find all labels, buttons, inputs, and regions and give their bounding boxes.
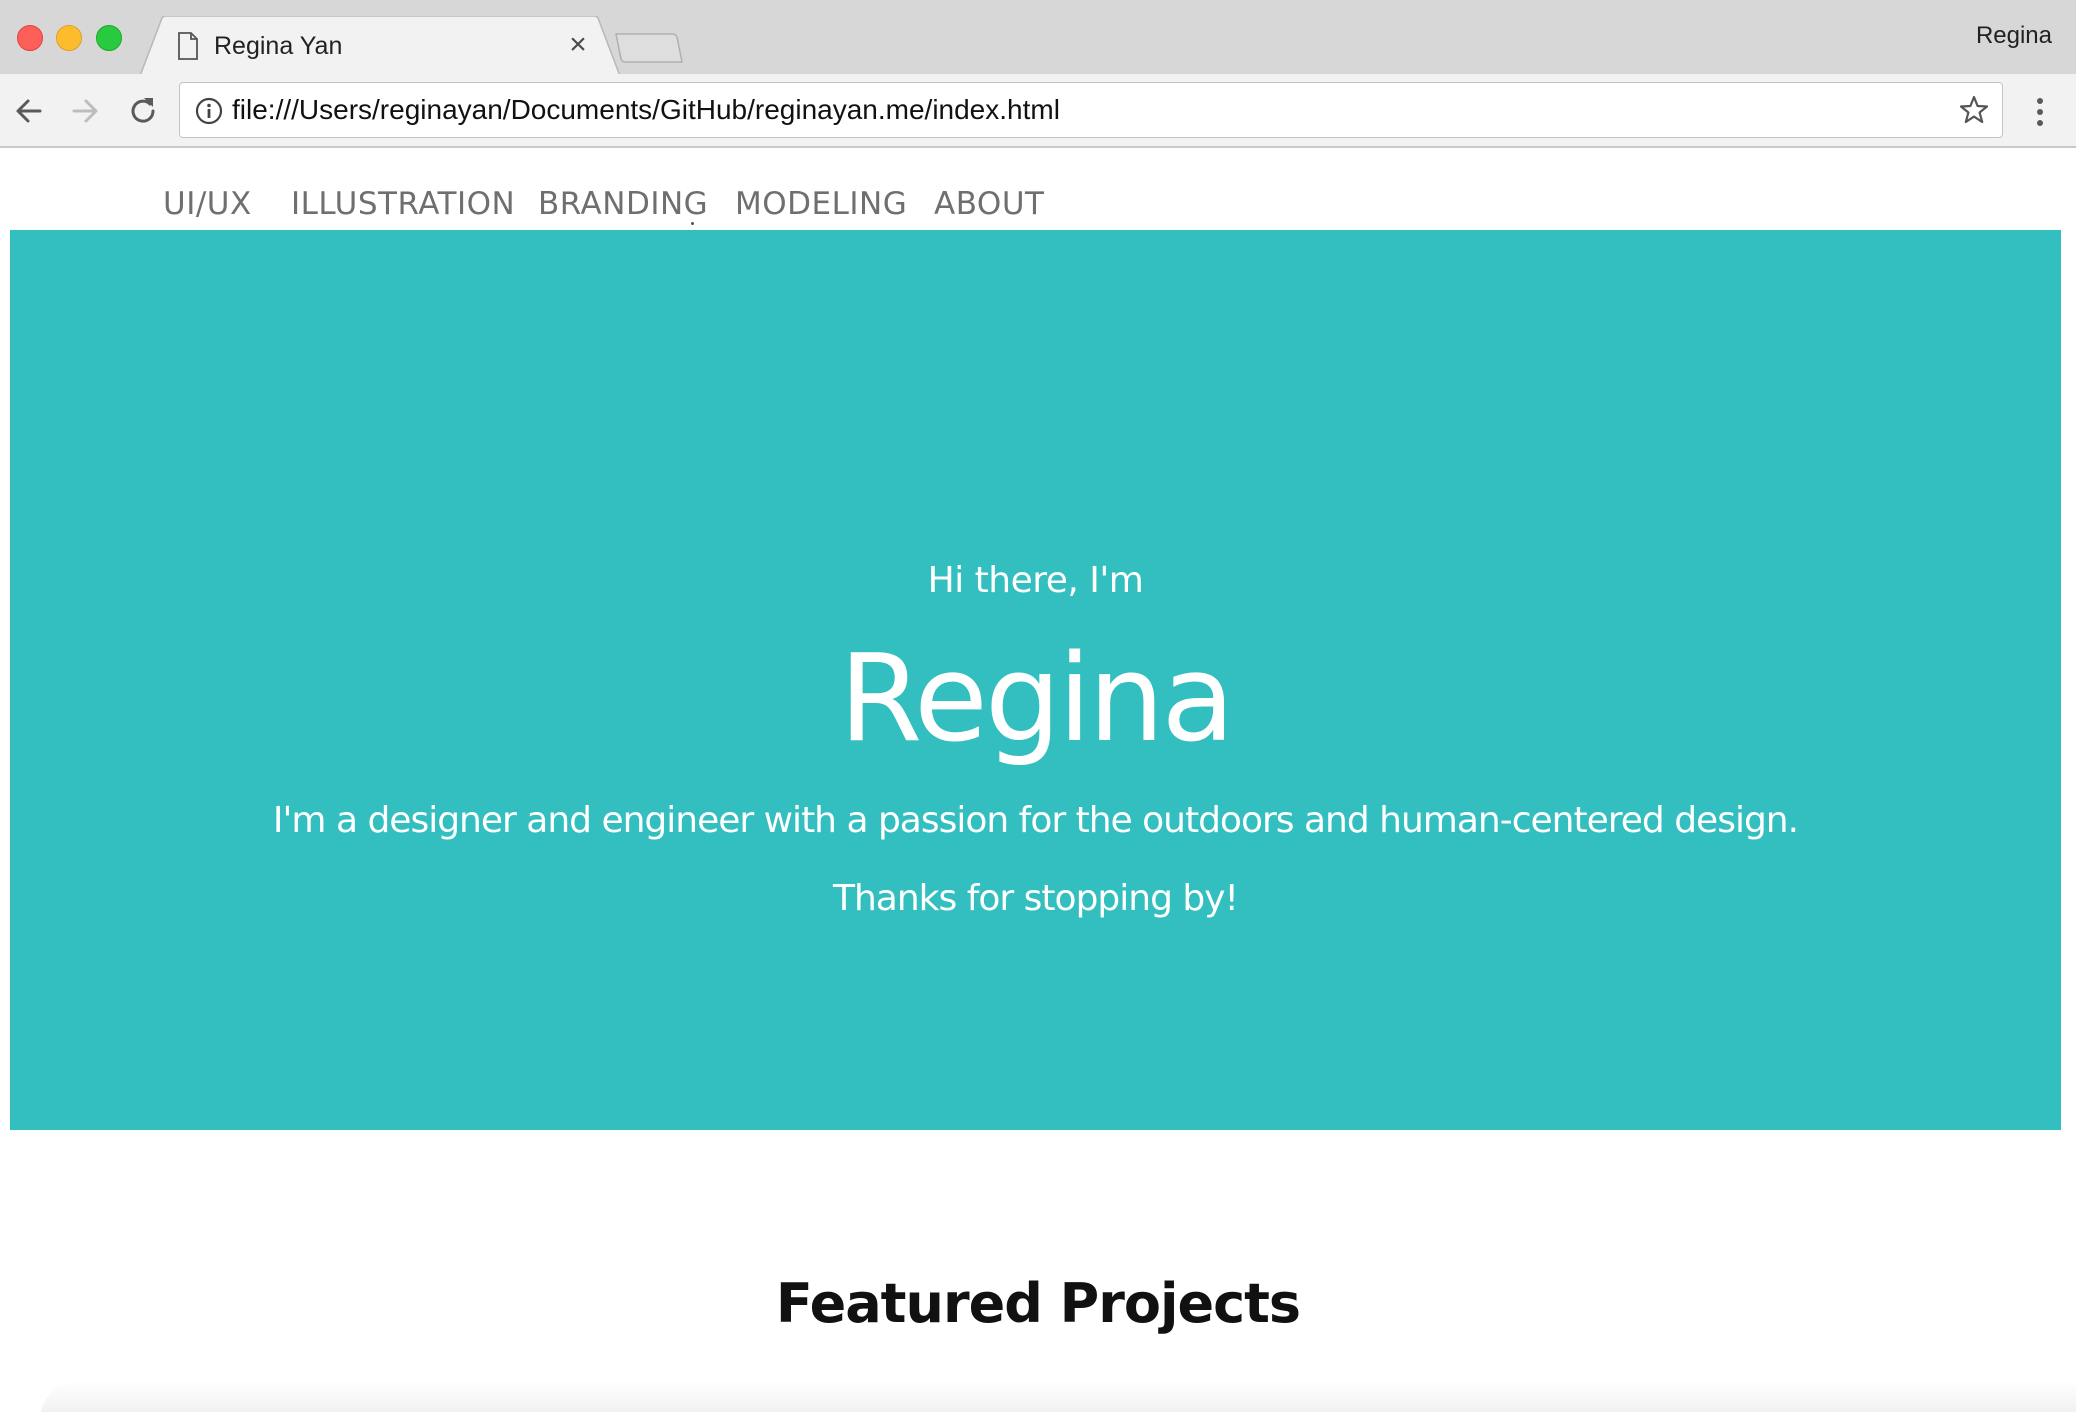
browser-toolbar: file:///Users/reginayan/Documents/GitHub… (0, 74, 2076, 148)
close-tab-icon[interactable]: × (564, 30, 592, 60)
hero-thanks: Thanks for stopping by! (833, 878, 1239, 919)
hero-name: Regina (839, 630, 1235, 769)
page-viewport: UI/UX ILLUSTRATION BRANDING MODELING ABO… (0, 150, 2076, 1412)
profile-name[interactable]: Regina (1976, 22, 2052, 50)
project-card-edge (40, 1380, 2076, 1412)
back-arrow-icon[interactable] (12, 94, 46, 128)
more-menu-icon[interactable] (2028, 94, 2052, 130)
reload-icon[interactable] (126, 94, 160, 128)
url-text[interactable]: file:///Users/reginayan/Documents/GitHub… (232, 93, 1060, 127)
page-icon (178, 32, 198, 60)
new-tab-button[interactable] (614, 32, 684, 64)
nav-link-branding[interactable]: BRANDING (538, 186, 708, 222)
tab-title: Regina Yan (214, 32, 343, 60)
bookmark-star-icon[interactable] (1958, 94, 1990, 126)
forward-arrow-icon[interactable] (68, 94, 102, 128)
nav-cursor-dot (691, 222, 694, 225)
hero-banner: Hi there, I'm Regina I'm a designer and … (10, 230, 2061, 1130)
info-icon[interactable] (194, 96, 224, 126)
nav-link-illustration[interactable]: ILLUSTRATION (291, 186, 515, 222)
minimize-window-button[interactable] (56, 25, 82, 51)
nav-link-uiux[interactable]: UI/UX (163, 186, 252, 222)
featured-projects-title: Featured Projects (775, 1272, 1301, 1335)
browser-titlebar: Regina Yan × Regina (0, 0, 2076, 76)
address-bar[interactable]: file:///Users/reginayan/Documents/GitHub… (179, 82, 2003, 138)
hero-greeting: Hi there, I'm (927, 560, 1144, 601)
nav-link-modeling[interactable]: MODELING (735, 186, 907, 222)
site-nav: UI/UX ILLUSTRATION BRANDING MODELING ABO… (0, 150, 2076, 230)
hero-tagline: I'm a designer and engineer with a passi… (272, 800, 1799, 841)
nav-link-about[interactable]: ABOUT (934, 186, 1044, 222)
maximize-window-button[interactable] (96, 25, 122, 51)
close-window-button[interactable] (17, 25, 43, 51)
browser-tab-active[interactable]: Regina Yan × (140, 16, 620, 76)
